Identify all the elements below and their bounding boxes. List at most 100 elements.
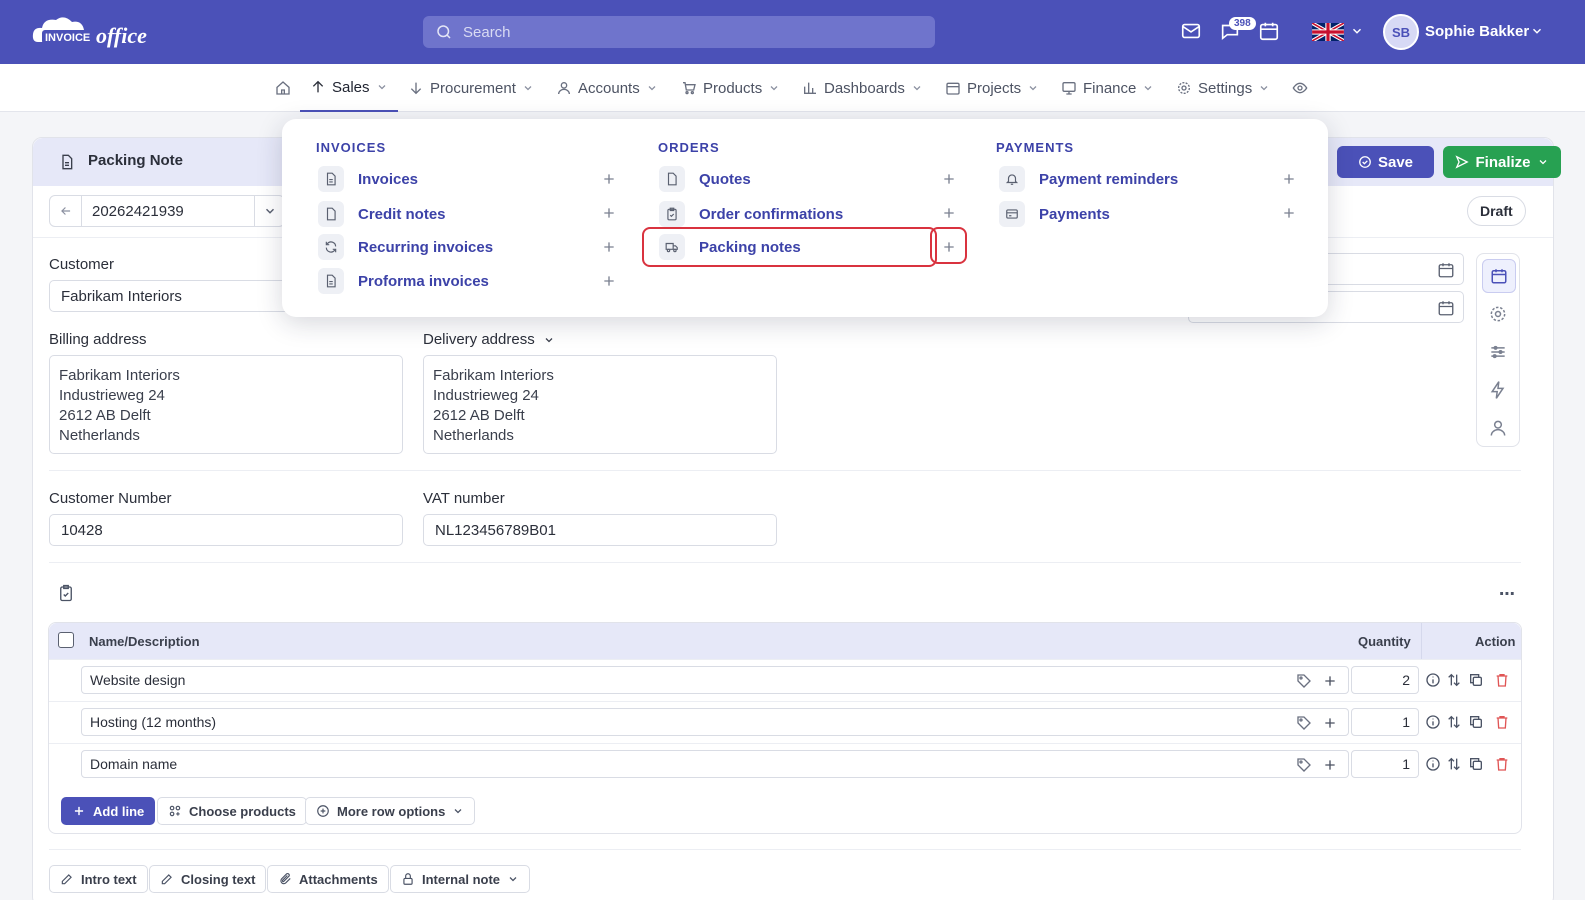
language-chevron-down-icon[interactable] <box>1350 24 1374 48</box>
sliders-icon[interactable] <box>1488 342 1508 362</box>
menu-item-payments[interactable]: Payments <box>999 199 1110 229</box>
clipboard-check-icon <box>659 201 685 227</box>
info-icon[interactable] <box>1425 714 1441 730</box>
user-avatar[interactable]: SB <box>1383 14 1419 50</box>
calendar-icon[interactable] <box>1437 299 1455 317</box>
finalize-button[interactable]: Finalize <box>1443 146 1561 178</box>
attachments-button[interactable]: Attachments <box>267 865 389 893</box>
more-options-icon[interactable]: ⋯ <box>1499 584 1515 604</box>
nav-projects[interactable]: Projects <box>945 64 1039 112</box>
quantity-field[interactable]: 2 <box>1351 666 1419 694</box>
lightning-icon[interactable] <box>1488 380 1508 400</box>
nav-sales[interactable]: Sales <box>300 64 398 112</box>
billing-line: Industrieweg 24 <box>59 387 165 404</box>
customer-number-field[interactable]: 10428 <box>49 514 403 546</box>
copy-icon[interactable] <box>1468 672 1484 688</box>
add-recurring-invoice-plus-icon[interactable] <box>601 239 617 255</box>
add-order-confirmation-plus-icon[interactable] <box>941 205 957 221</box>
clipboard-icon[interactable] <box>57 583 75 603</box>
plus-icon[interactable] <box>1322 715 1338 731</box>
delivery-address-toggle[interactable]: Delivery address <box>423 331 555 348</box>
trash-icon[interactable] <box>1494 756 1510 772</box>
language-uk-flag-icon[interactable] <box>1312 23 1344 41</box>
calendar-panel-icon[interactable] <box>1482 259 1516 293</box>
delivery-address-field[interactable]: Fabrikam Interiors Industrieweg 24 2612 … <box>423 355 777 454</box>
plus-icon[interactable] <box>1322 757 1338 773</box>
internal-note-button[interactable]: Internal note <box>390 865 531 893</box>
nav-sales-label: Sales <box>332 78 370 96</box>
menu-item-order-confirmations[interactable]: Order confirmations <box>659 199 843 229</box>
add-invoice-plus-icon[interactable] <box>601 171 617 187</box>
nav-products[interactable]: Products <box>681 64 780 112</box>
search-input[interactable]: Search <box>423 16 935 48</box>
line-name-field[interactable]: Domain name <box>81 750 1349 778</box>
menu-item-recurring-invoices[interactable]: Recurring invoices <box>318 232 493 262</box>
chevron-down-icon[interactable] <box>254 196 284 226</box>
more-row-options-button[interactable]: More row options <box>305 797 476 825</box>
calendar-icon <box>945 80 961 96</box>
choose-products-label: Choose products <box>189 803 296 819</box>
quantity-field[interactable]: 1 <box>1351 708 1419 736</box>
nav-procurement[interactable]: Procurement <box>408 64 534 112</box>
user-icon[interactable] <box>1488 418 1508 438</box>
chevron-down-icon <box>452 805 464 817</box>
nav-dashboards[interactable]: Dashboards <box>802 64 923 112</box>
info-icon[interactable] <box>1425 756 1441 772</box>
intro-text-button[interactable]: Intro text <box>49 865 148 893</box>
line-name-field[interactable]: Hosting (12 months) <box>81 708 1349 736</box>
back-arrow-icon[interactable] <box>50 196 82 226</box>
trash-icon[interactable] <box>1494 714 1510 730</box>
reorder-icon[interactable] <box>1446 756 1462 772</box>
billing-line: 2612 AB Delft <box>59 407 151 424</box>
nav-home[interactable] <box>275 64 291 112</box>
nav-accounts[interactable]: Accounts <box>556 64 658 112</box>
select-all-checkbox[interactable] <box>58 632 74 648</box>
calendar-icon[interactable] <box>1437 261 1455 279</box>
plus-icon <box>72 804 86 818</box>
calendar-icon[interactable] <box>1258 20 1282 44</box>
menu-item-payment-reminders[interactable]: Payment reminders <box>999 164 1178 194</box>
trash-icon[interactable] <box>1494 672 1510 688</box>
tag-icon[interactable] <box>1296 715 1312 731</box>
menu-item-quotes[interactable]: Quotes <box>659 164 751 194</box>
tag-icon[interactable] <box>1296 673 1312 689</box>
gear-icon[interactable] <box>1488 304 1508 324</box>
reorder-icon[interactable] <box>1446 672 1462 688</box>
nav-finance[interactable]: Finance <box>1061 64 1154 112</box>
info-icon[interactable] <box>1425 672 1441 688</box>
add-proforma-invoice-plus-icon[interactable] <box>601 273 617 289</box>
menu-item-proforma-invoices[interactable]: Proforma invoices <box>318 266 489 296</box>
add-payment-reminder-plus-icon[interactable] <box>1281 171 1297 187</box>
save-button[interactable]: Save <box>1337 146 1434 178</box>
user-name[interactable]: Sophie Bakker <box>1425 23 1529 40</box>
add-line-button[interactable]: Add line <box>61 797 156 825</box>
quantity-field[interactable]: 1 <box>1351 750 1419 778</box>
add-quote-plus-icon[interactable] <box>941 171 957 187</box>
search-placeholder: Search <box>463 23 511 41</box>
copy-icon[interactable] <box>1468 756 1484 772</box>
column-name-description: Name/Description <box>89 634 200 649</box>
add-credit-note-plus-icon[interactable] <box>601 205 617 221</box>
line-name-field[interactable]: Website design <box>81 666 1349 694</box>
copy-icon[interactable] <box>1468 714 1484 730</box>
nav-view[interactable] <box>1292 64 1308 112</box>
tag-icon[interactable] <box>1296 757 1312 773</box>
column-quantity: Quantity <box>1358 634 1411 649</box>
side-toolbar <box>1476 253 1520 447</box>
nav-settings[interactable]: Settings <box>1176 64 1270 112</box>
user-menu-chevron-down-icon[interactable] <box>1530 24 1554 48</box>
document-number-select[interactable]: 20262421939 <box>49 195 285 227</box>
closing-text-button[interactable]: Closing text <box>149 865 267 893</box>
menu-item-invoices[interactable]: Invoices <box>318 164 418 194</box>
table-row: Website design 2 <box>49 659 1521 701</box>
choose-products-button[interactable]: Choose products <box>157 797 307 825</box>
plus-icon[interactable] <box>1322 673 1338 689</box>
billing-address-field[interactable]: Fabrikam Interiors Industrieweg 24 2612 … <box>49 355 403 454</box>
invoiceoffice-logo[interactable]: INVOICE office <box>30 12 180 52</box>
add-payment-plus-icon[interactable] <box>1281 205 1297 221</box>
menu-item-credit-notes[interactable]: Credit notes <box>318 199 446 229</box>
mail-icon[interactable] <box>1180 20 1204 44</box>
vat-number-field[interactable]: NL123456789B01 <box>423 514 777 546</box>
reorder-icon[interactable] <box>1446 714 1462 730</box>
nav-accounts-label: Accounts <box>578 79 640 97</box>
